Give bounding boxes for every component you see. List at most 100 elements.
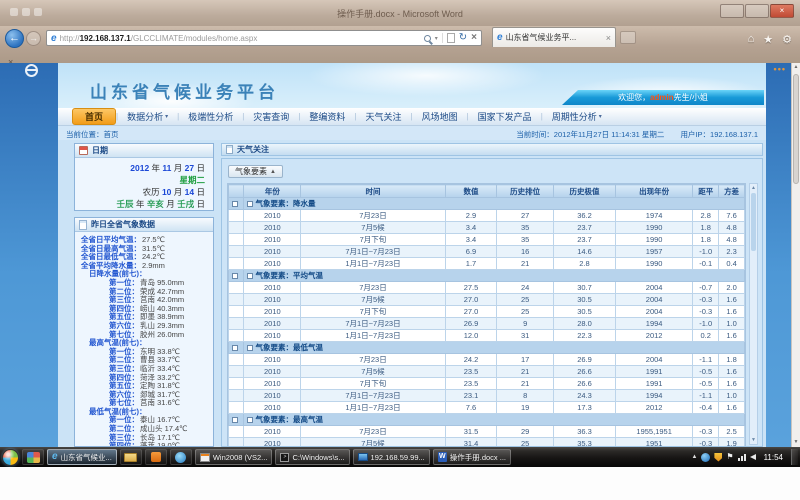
taskbar-button-5[interactable]: W操作手册.docx ...: [433, 449, 511, 465]
ganzhi-segment: 壬戌: [177, 199, 194, 209]
table-row[interactable]: 20107月23日31.52936.31955,1951-0.32.5: [229, 426, 745, 438]
back-button[interactable]: ←: [5, 29, 24, 48]
table-row[interactable]: 20101月1日~7月23日7.61917.32012-0.41.6: [229, 402, 745, 414]
hidden-icons-arrow[interactable]: ▲: [691, 454, 697, 460]
group-header-row[interactable]: 气象要素：平均气温: [229, 270, 745, 282]
gregorian-date: 2012 年 11 月 27 日: [75, 162, 205, 174]
group-checkbox-cell[interactable]: [229, 198, 244, 210]
forward-button[interactable]: →: [26, 31, 41, 46]
taskbar-button-3[interactable]: >C:\Windows\s...: [275, 449, 349, 465]
table-row[interactable]: 20107月5候3.43523.719901.84.8: [229, 222, 745, 234]
scroll-thumb[interactable]: [751, 193, 756, 251]
page-scroll-up[interactable]: ▲: [792, 63, 800, 72]
tab-close-icon[interactable]: ×: [606, 33, 611, 43]
group-header-row[interactable]: 气象要素：最低气温: [229, 342, 745, 354]
pinned-explorer-icon[interactable]: [120, 449, 142, 465]
page-scroll-down[interactable]: ▼: [792, 438, 800, 447]
address-bar[interactable]: e http://192.168.137.1/GLCCLIMATE/module…: [46, 30, 482, 46]
chevron-down-icon[interactable]: ▾: [435, 35, 438, 42]
volume-icon[interactable]: [750, 454, 756, 460]
checkbox[interactable]: [232, 201, 238, 207]
pinned-media-player-icon[interactable]: [170, 449, 192, 465]
nav-tab-8[interactable]: 国家下发产品: [469, 109, 541, 124]
maximize-button[interactable]: [745, 4, 769, 18]
table-row[interactable]: 20107月5候23.52126.61991-0.51.6: [229, 366, 745, 378]
table-row[interactable]: 20107月1日~7月23日6.91614.61957-1.02.3: [229, 246, 745, 258]
overflow-dots-icon[interactable]: •••: [774, 64, 786, 74]
table-row[interactable]: 20101月1日~7月23日12.03122.320120.21.6: [229, 330, 745, 342]
blocked-content-icon[interactable]: [25, 64, 38, 77]
table-row[interactable]: 20107月5候27.02530.52004-0.31.6: [229, 294, 745, 306]
nav-tab-5[interactable]: 整编资料: [300, 109, 354, 124]
date-segment: 14: [185, 187, 194, 197]
checkbox[interactable]: [247, 345, 253, 351]
table-scrollbar[interactable]: ▲ ▼: [749, 183, 758, 445]
table-row[interactable]: 20107月5候31.42535.31951-0.31.9: [229, 438, 745, 448]
group-header-row[interactable]: 气象要素：最高气温: [229, 414, 745, 426]
settings-gear-icon[interactable]: ⚙: [782, 33, 792, 46]
nav-tab-9[interactable]: 周期性分析▾: [543, 109, 611, 124]
checkbox[interactable]: [232, 273, 238, 279]
search-icon[interactable]: [424, 35, 431, 42]
scroll-down-arrow[interactable]: ▼: [750, 436, 757, 444]
nav-tab-7[interactable]: 风场地图: [413, 109, 467, 124]
table-row[interactable]: 20107月下旬27.02530.52004-0.31.6: [229, 306, 745, 318]
tray-app-icon[interactable]: [701, 453, 710, 462]
group-checkbox-cell[interactable]: [229, 414, 244, 426]
start-button[interactable]: [2, 449, 19, 466]
table-row[interactable]: 20107月1日~7月23日26.9928.01994-1.01.0: [229, 318, 745, 330]
checkbox[interactable]: [247, 201, 253, 207]
nav-tab-label: 首页: [85, 110, 103, 123]
date-segment: 日: [194, 187, 205, 197]
taskbar-button-1[interactable]: e山东省气候业...: [47, 449, 117, 465]
table-cell: 2010: [244, 282, 301, 294]
group-checkbox-cell[interactable]: [229, 342, 244, 354]
nav-tab-1[interactable]: 首页: [72, 108, 116, 125]
nav-tab-2[interactable]: 数据分析▾: [118, 109, 177, 124]
app-tile-icon: [27, 452, 40, 463]
table-row[interactable]: 20107月23日2.92736.219742.87.6: [229, 210, 745, 222]
new-tab-button[interactable]: [620, 31, 636, 44]
table-row[interactable]: 20107月23日27.52430.72004-0.72.0: [229, 282, 745, 294]
browser-tab[interactable]: e 山东省气候业务平... ×: [492, 27, 616, 47]
pinned-app-icon[interactable]: [145, 449, 167, 465]
page-scroll-thumb[interactable]: [793, 74, 799, 184]
refresh-icon[interactable]: ↻: [459, 33, 467, 43]
address-bar-icons: ▾ ↻ ×: [424, 33, 477, 43]
checkbox[interactable]: [247, 417, 253, 423]
weather-element-filter-button[interactable]: 气象要素 ▲: [228, 165, 283, 178]
table-row[interactable]: 20107月下旬23.52126.61991-0.51.6: [229, 378, 745, 390]
nav-tab-6[interactable]: 天气关注: [356, 109, 410, 124]
taskbar-button-4[interactable]: 192.168.59.99...: [353, 449, 430, 465]
network-icon[interactable]: [738, 454, 746, 461]
quick-access-toolbar[interactable]: [10, 8, 42, 16]
table-row[interactable]: 20107月1日~7月23日23.1824.31994-1.11.0: [229, 390, 745, 402]
show-desktop-button[interactable]: [791, 449, 798, 465]
pinned-media-center-icon[interactable]: [22, 449, 44, 465]
table-cell: 24.3: [554, 390, 616, 402]
action-center-shield-icon[interactable]: [714, 453, 722, 462]
taskbar-button-2[interactable]: Win2008 (VS2...: [195, 449, 273, 465]
taskbar-clock[interactable]: 11:54: [764, 453, 783, 462]
favorites-star-icon[interactable]: ★: [763, 33, 773, 46]
date-panel-body: 2012 年 11 月 27 日 星期二 农历 10 月 14 日 壬辰 年 辛…: [75, 158, 213, 210]
table-row[interactable]: 20107月23日24.21726.92004-1.11.8: [229, 354, 745, 366]
group-checkbox-cell[interactable]: [229, 270, 244, 282]
checkbox[interactable]: [232, 417, 238, 423]
table-row[interactable]: 20101月1日~7月23日1.7212.81990-0.10.4: [229, 258, 745, 270]
nav-tab-3[interactable]: 极端性分析: [179, 109, 242, 124]
page-scrollbar[interactable]: ▲ ▼: [791, 63, 800, 447]
stop-icon[interactable]: ×: [471, 33, 477, 43]
table-row[interactable]: 20107月下旬3.43523.719901.84.8: [229, 234, 745, 246]
home-icon[interactable]: ⌂: [748, 33, 755, 46]
nav-tab-4[interactable]: 灾害查询: [244, 109, 298, 124]
scroll-up-arrow[interactable]: ▲: [750, 184, 757, 192]
group-header-row[interactable]: 气象要素：降水量: [229, 198, 745, 210]
ganzhi-segment: 月: [166, 199, 175, 209]
close-button[interactable]: ×: [770, 4, 794, 18]
minimize-button[interactable]: [720, 4, 744, 18]
checkbox[interactable]: [232, 345, 238, 351]
compatibility-icon[interactable]: [447, 33, 455, 43]
checkbox[interactable]: [247, 273, 253, 279]
flag-icon[interactable]: ⚑: [726, 453, 733, 461]
